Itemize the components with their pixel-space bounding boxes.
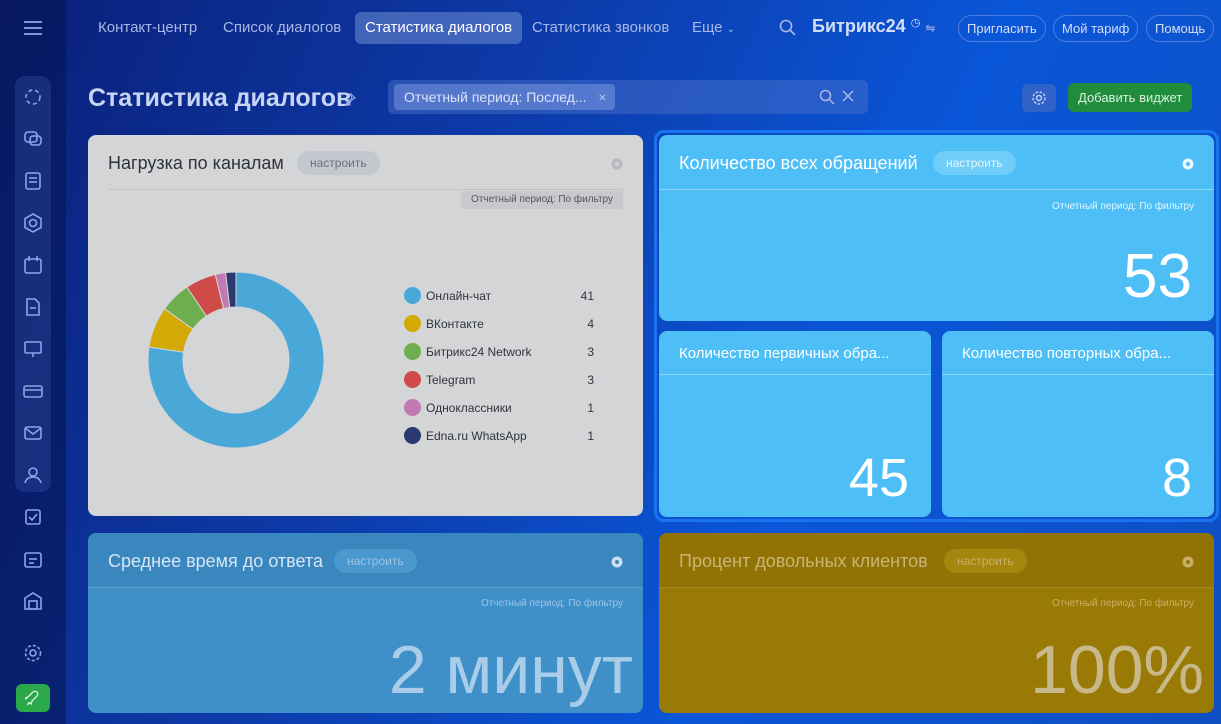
satisfied-clients-value: 100%: [1030, 632, 1204, 708]
remove-filter-icon[interactable]: ×: [598, 84, 606, 110]
divider: [108, 189, 623, 190]
legend-label: Онлайн-чат: [426, 289, 492, 303]
page-title: Статистика диалогов: [88, 84, 352, 112]
crm-icon[interactable]: [22, 86, 44, 108]
brand-suffix: 24: [885, 16, 906, 36]
satisfied-clients-widget: Процент довольных клиентов настроить Отч…: [659, 533, 1214, 713]
legend-item[interactable]: ВКонтакте 4: [404, 315, 594, 343]
configure-button[interactable]: настроить: [297, 151, 380, 175]
legend-item[interactable]: Telegram 3: [404, 371, 594, 399]
legend-swatch: [404, 371, 421, 388]
legend-label: Битрикс24 Network: [426, 345, 532, 359]
legend-item[interactable]: Битрикс24 Network 3: [404, 343, 594, 371]
rocket-button[interactable]: [16, 684, 50, 712]
add-widget-button[interactable]: Добавить виджет: [1068, 83, 1193, 112]
legend-value: 3: [587, 345, 594, 359]
legend-label: Telegram: [426, 373, 476, 387]
calendar-icon[interactable]: [22, 254, 44, 276]
gear-icon[interactable]: [1180, 554, 1196, 570]
legend-swatch: [404, 315, 421, 332]
board-settings-button[interactable]: [1022, 84, 1056, 112]
period-label: Отчетный период: По фильтру: [1052, 598, 1194, 609]
document-icon[interactable]: [22, 296, 44, 318]
clear-filter-icon[interactable]: [840, 88, 856, 104]
brand-logo[interactable]: Битрикс24 ◷ ⇋: [812, 16, 935, 37]
legend-item[interactable]: Edna.ru WhatsApp 1: [404, 427, 594, 455]
pin-icon[interactable]: [342, 92, 356, 106]
tab-call-stats[interactable]: Статистика звонков: [522, 12, 679, 44]
filter-chip-label: Отчетный период: Послед...: [404, 89, 587, 105]
tab-more[interactable]: Еще ⌄: [682, 12, 745, 44]
tab-more-label: Еще: [692, 19, 723, 36]
top-bar: Контакт-центр Список диалогов Статистика…: [66, 0, 1221, 58]
legend-item[interactable]: Онлайн-чат 41: [404, 287, 594, 315]
presentation-icon[interactable]: [22, 338, 44, 360]
gear-icon: [1032, 91, 1046, 105]
legend-swatch: [404, 427, 421, 444]
avg-response-title: Среднее время до ответа: [108, 551, 323, 571]
legend-value: 3: [587, 373, 594, 387]
legend-label: ВКонтакте: [426, 317, 484, 331]
checkbox-icon[interactable]: [22, 506, 44, 528]
legend-value: 41: [580, 289, 594, 303]
avg-response-value: 2 минут: [388, 632, 633, 708]
schedule-icon[interactable]: [22, 548, 44, 570]
clock-icon: ◷: [910, 17, 921, 29]
tariff-button[interactable]: Мой тариф: [1053, 15, 1139, 42]
tasks-icon[interactable]: [22, 170, 44, 192]
invite-button[interactable]: Пригласить: [958, 15, 1046, 42]
menu-icon[interactable]: [22, 18, 44, 38]
card-icon[interactable]: [22, 380, 44, 402]
tab-dialog-stats[interactable]: Статистика диалогов: [355, 12, 523, 44]
legend-value: 4: [587, 317, 594, 331]
satisfied-clients-title: Процент довольных клиентов: [679, 551, 928, 571]
rocket-icon: [25, 690, 39, 706]
mail-icon[interactable]: [22, 422, 44, 444]
brand-name: Битрикс: [812, 16, 886, 36]
tab-dialog-list[interactable]: Список диалогов: [213, 12, 351, 44]
filter-search-icon[interactable]: [818, 88, 836, 106]
channel-load-widget: Нагрузка по каналам настроить Отчетный п…: [88, 135, 643, 516]
filter-chip[interactable]: Отчетный период: Послед... ×: [394, 84, 615, 110]
gear-icon[interactable]: [609, 156, 625, 172]
configure-button[interactable]: настроить: [944, 549, 1027, 573]
left-rail: [0, 0, 66, 724]
filter-bar[interactable]: Отчетный период: Послед... ×: [388, 80, 868, 114]
gear-icon[interactable]: [609, 554, 625, 570]
avg-response-widget: Среднее время до ответа настроить Отчетн…: [88, 533, 643, 713]
legend-label: Одноклассники: [426, 401, 512, 415]
configure-button[interactable]: настроить: [334, 549, 417, 573]
chart-legend: Онлайн-чат 41 ВКонтакте 4 Битрикс24 Network 3…: [404, 287, 594, 455]
donut-chart: [147, 271, 325, 449]
sliders-icon[interactable]: ⇋: [925, 21, 935, 35]
legend-value: 1: [587, 429, 594, 443]
channel-load-title: Нагрузка по каналам: [108, 153, 284, 173]
legend-swatch: [404, 287, 421, 304]
help-button[interactable]: Помощь: [1146, 15, 1215, 42]
legend-item[interactable]: Одноклассники 1: [404, 399, 594, 427]
legend-label: Edna.ru WhatsApp: [426, 429, 527, 443]
legend-swatch: [404, 399, 421, 416]
period-label: Отчетный период: По фильтру: [461, 191, 623, 209]
chevron-down-icon: ⌄: [726, 24, 736, 35]
store-icon[interactable]: [22, 590, 44, 612]
legend-swatch: [404, 343, 421, 360]
settings-icon[interactable]: [22, 642, 44, 664]
tab-contact-center[interactable]: Контакт-центр: [88, 12, 207, 44]
hexagon-icon[interactable]: [22, 212, 44, 234]
period-label: Отчетный период: По фильтру: [481, 598, 623, 609]
search-icon[interactable]: [778, 18, 798, 38]
legend-value: 1: [587, 401, 594, 415]
chat-icon[interactable]: [22, 128, 44, 150]
selected-widget-frame: [654, 130, 1219, 522]
contacts-icon[interactable]: [22, 464, 44, 486]
